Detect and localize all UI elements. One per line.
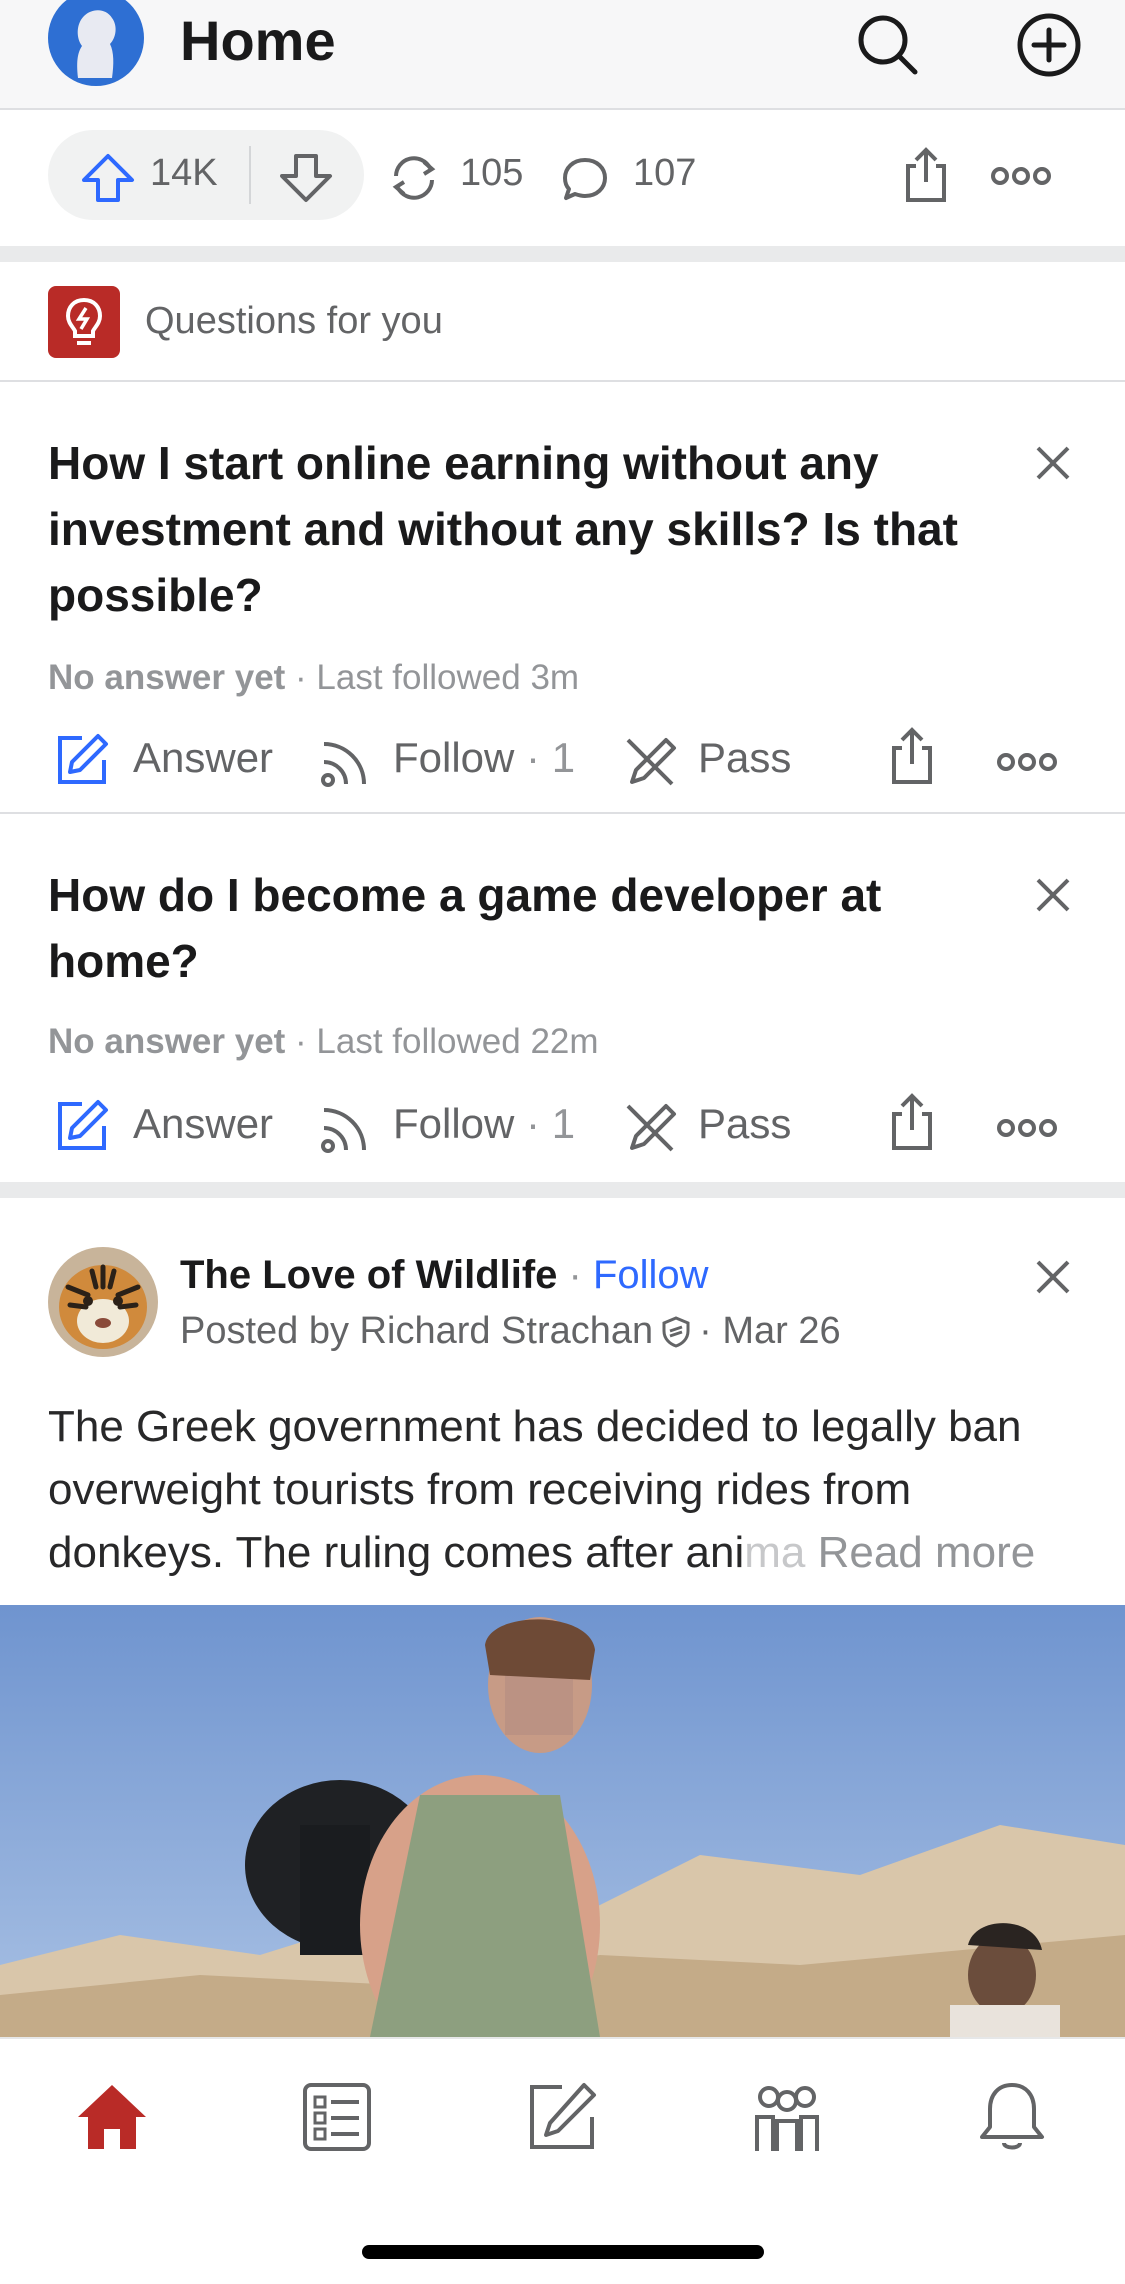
lightbulb-icon: [48, 286, 120, 358]
comment-icon[interactable]: [560, 154, 610, 204]
post-image[interactable]: [0, 1605, 1125, 2037]
home-indicator[interactable]: [362, 2245, 764, 2259]
follow-label: Follow: [393, 734, 515, 781]
share-icon[interactable]: [886, 726, 946, 786]
follow-button[interactable]: Follow · 1: [393, 734, 575, 782]
add-circle-icon[interactable]: [1016, 12, 1082, 78]
pass-icon[interactable]: [620, 1098, 680, 1158]
following-icon[interactable]: [299, 2079, 375, 2155]
question-meta: No answer yet · Last followed 3m: [48, 658, 579, 698]
space-name[interactable]: The Love of Wildlife: [180, 1253, 557, 1297]
answer-pencil-icon[interactable]: [52, 730, 112, 790]
separator-dot: ·: [557, 1253, 593, 1297]
write-icon[interactable]: [524, 2079, 600, 2155]
follow-rss-icon[interactable]: [316, 1098, 376, 1158]
questions-section-header: Questions for you: [0, 262, 1125, 382]
downvote-icon[interactable]: [278, 152, 334, 204]
share-icon[interactable]: [886, 1092, 946, 1152]
question-title[interactable]: How I start online earning without any i…: [48, 430, 1028, 628]
answer-button[interactable]: Answer: [133, 734, 273, 782]
section-divider: [0, 1182, 1125, 1198]
top-bar: Home: [0, 0, 1125, 110]
close-icon[interactable]: [1032, 1256, 1074, 1298]
space-avatar[interactable]: [48, 1247, 158, 1357]
reshare-count[interactable]: 105: [460, 152, 523, 195]
search-icon[interactable]: [855, 12, 921, 78]
question-meta: No answer yet · Last followed 22m: [48, 1022, 599, 1062]
post-header: The Love of Wildlife · Follow: [180, 1253, 709, 1298]
pass-button[interactable]: Pass: [698, 734, 791, 782]
questions-section-label: Questions for you: [145, 300, 443, 342]
follow-rss-icon[interactable]: [316, 732, 376, 792]
comment-count[interactable]: 107: [633, 152, 696, 195]
post-action-bar: 14K 105 107: [0, 110, 1125, 244]
notifications-icon[interactable]: [974, 2079, 1050, 2155]
upvote-count[interactable]: 14K: [150, 152, 218, 195]
post-text-faded: ma: [744, 1528, 806, 1577]
section-divider: [0, 246, 1125, 262]
answer-pencil-icon[interactable]: [52, 1096, 112, 1156]
post-body[interactable]: The Greek government has decided to lega…: [48, 1395, 1088, 1584]
reshare-icon[interactable]: [386, 152, 442, 204]
last-followed: · Last followed 22m: [295, 1022, 599, 1061]
more-icon[interactable]: [990, 165, 1052, 187]
vote-divider: [249, 146, 251, 204]
close-icon[interactable]: [1032, 442, 1074, 484]
page-title: Home: [180, 9, 336, 72]
follow-space-link[interactable]: Follow: [593, 1253, 709, 1297]
shield-icon: [659, 1315, 693, 1349]
more-icon[interactable]: [996, 751, 1058, 773]
share-icon[interactable]: [900, 146, 952, 204]
spaces-icon[interactable]: [749, 2079, 825, 2155]
post-byline: Posted by Richard Strachan · Mar 26: [180, 1310, 841, 1353]
follow-button[interactable]: Follow · 1: [393, 1100, 575, 1148]
answer-status: No answer yet: [48, 1022, 286, 1061]
answer-button[interactable]: Answer: [133, 1100, 273, 1148]
last-followed: · Last followed 3m: [295, 658, 580, 697]
follow-count: · 1: [526, 734, 576, 781]
pass-button[interactable]: Pass: [698, 1100, 791, 1148]
question-title[interactable]: How do I become a game developer at home…: [48, 862, 1028, 994]
answer-status: No answer yet: [48, 658, 286, 697]
post-date: · Mar 26: [699, 1310, 841, 1352]
read-more-link[interactable]: Read more: [818, 1528, 1036, 1577]
pass-icon[interactable]: [620, 732, 680, 792]
upvote-icon[interactable]: [80, 152, 136, 204]
more-icon[interactable]: [996, 1117, 1058, 1139]
profile-avatar-icon[interactable]: [48, 0, 144, 86]
posted-by[interactable]: Posted by Richard Strachan: [180, 1310, 653, 1352]
home-icon[interactable]: [74, 2079, 150, 2155]
card-divider: [0, 812, 1125, 814]
close-icon[interactable]: [1032, 874, 1074, 916]
follow-label: Follow: [393, 1100, 515, 1147]
follow-count: · 1: [526, 1100, 576, 1147]
